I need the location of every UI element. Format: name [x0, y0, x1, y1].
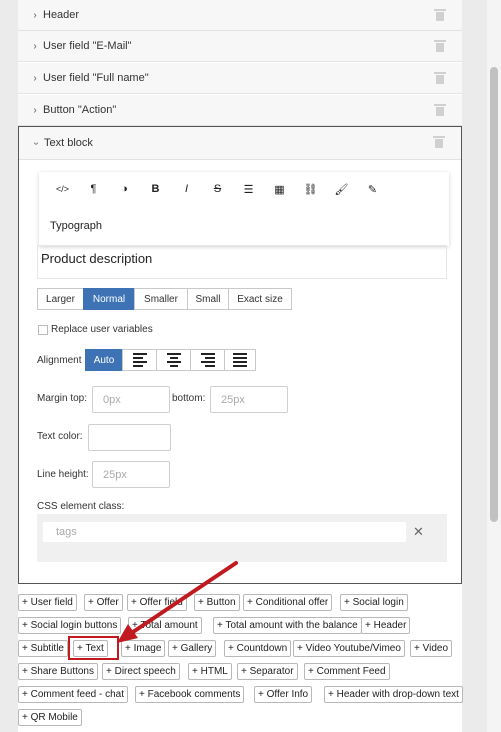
annotation-arrow-icon: [117, 561, 238, 643]
